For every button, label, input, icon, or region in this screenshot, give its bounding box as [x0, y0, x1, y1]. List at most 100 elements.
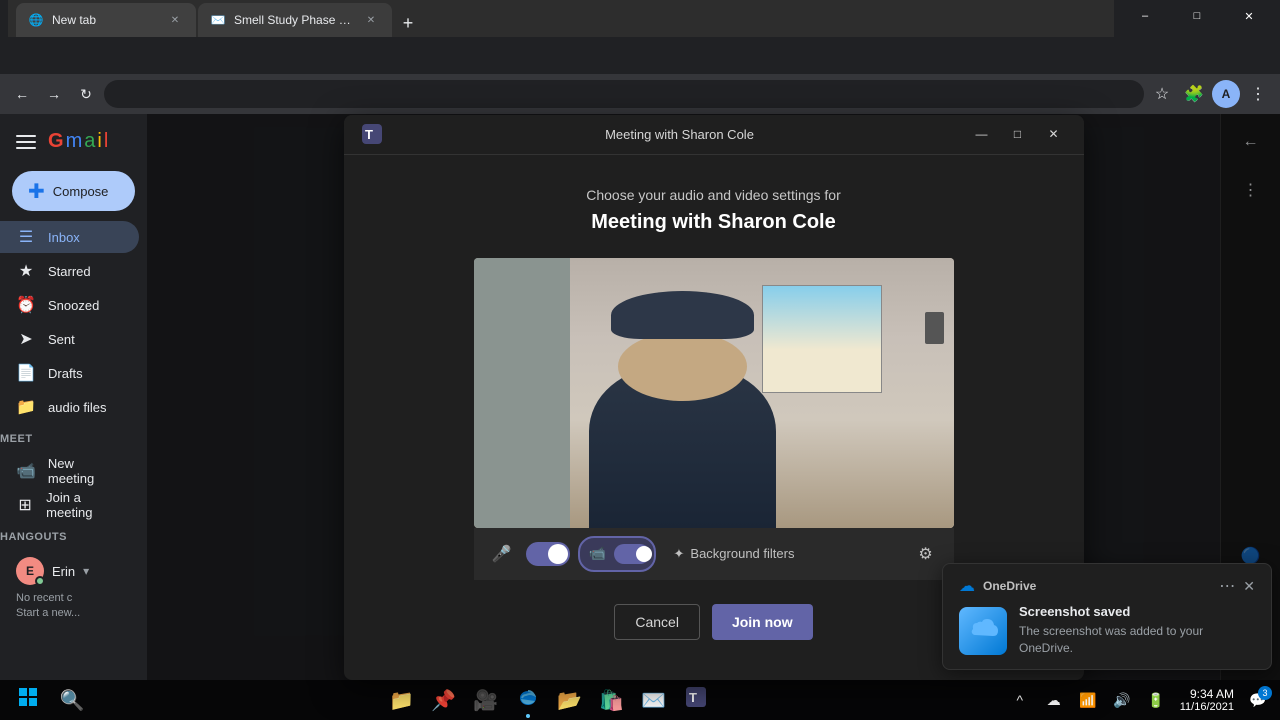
- battery-icon[interactable]: 🔋: [1142, 686, 1170, 714]
- sidebar-item-starred[interactable]: ★ Starred: [0, 255, 139, 287]
- hangout-user-erin[interactable]: E Erin ▾: [0, 553, 147, 589]
- maximize-button[interactable]: □: [1174, 0, 1220, 32]
- notification-badge[interactable]: 💬 3: [1244, 686, 1272, 714]
- teams-close-button[interactable]: ✕: [1040, 120, 1068, 148]
- teams-minimize-button[interactable]: —: [968, 120, 996, 148]
- sidebar-label-starred: Starred: [48, 264, 91, 279]
- close-button[interactable]: ✕: [1226, 0, 1272, 32]
- mail-icon: ✉️: [641, 688, 666, 713]
- nav-actions: ☆ 🧩 A ⋮: [1148, 80, 1272, 108]
- compose-label: Compose: [53, 184, 109, 199]
- tab-favicon-1: 🌐: [28, 12, 44, 28]
- sidebar-item-inbox[interactable]: ☰ Inbox: [0, 221, 139, 253]
- grid-icon: ⊞: [16, 495, 34, 515]
- sidebar-item-join-meeting[interactable]: ⊞ Join a meeting: [0, 489, 139, 521]
- back-button[interactable]: ←: [8, 80, 36, 108]
- taskbar-time: 9:34 AM: [1180, 687, 1234, 701]
- taskbar-app-edge[interactable]: [508, 680, 548, 720]
- sidebar-item-drafts[interactable]: 📄 Drafts: [0, 357, 139, 389]
- show-hidden-icons[interactable]: ^: [1006, 686, 1034, 714]
- sound-icon[interactable]: 🔊: [1108, 686, 1136, 714]
- audio-video-settings-button[interactable]: ⚙: [910, 538, 942, 570]
- cancel-button[interactable]: Cancel: [614, 604, 700, 640]
- bg-filters-label: Background filters: [690, 546, 794, 561]
- extensions-button[interactable]: 🧩: [1180, 80, 1208, 108]
- tab-new-tab[interactable]: 🌐 New tab ✕: [16, 3, 196, 37]
- address-bar[interactable]: [104, 80, 1144, 108]
- taskbar-app-teams[interactable]: T: [676, 680, 716, 720]
- taskbar-app-mail[interactable]: ✉️: [634, 680, 674, 720]
- teams-title-bar: T Meeting with Sharon Cole — □ ✕: [344, 115, 1084, 155]
- search-button-taskbar[interactable]: 🔍: [52, 680, 92, 720]
- video-feed: [474, 258, 954, 528]
- meet-section-header: Meet: [0, 425, 147, 453]
- camera-icon[interactable]: 📹: [584, 540, 612, 568]
- drafts-icon: 📄: [16, 363, 36, 383]
- start-button[interactable]: [8, 680, 48, 720]
- taskbar-app-teams-meet[interactable]: 🎥: [466, 680, 506, 720]
- microphone-toggle[interactable]: [526, 542, 570, 566]
- toast-close-button[interactable]: ✕: [1243, 578, 1255, 595]
- hangout-avatar: E: [16, 557, 44, 585]
- profile-avatar[interactable]: A: [1212, 80, 1240, 108]
- online-status: [35, 576, 45, 586]
- toast-description: The screenshot was added to your OneDriv…: [1019, 623, 1255, 657]
- camera-group: 📹: [578, 536, 656, 572]
- tab-label-2: Smell Study Phase 1 - duplicitya...: [234, 13, 354, 27]
- search-icon-taskbar: 🔍: [60, 688, 85, 713]
- video-preview: [474, 258, 954, 528]
- tab-close-2[interactable]: ✕: [362, 11, 380, 29]
- profile-button[interactable]: A: [1212, 80, 1240, 108]
- taskbar-app-files[interactable]: 📂: [550, 680, 590, 720]
- hangout-chevron: ▾: [83, 564, 89, 578]
- hamburger-menu[interactable]: [16, 132, 36, 152]
- teams-window-controls: — □ ✕: [968, 120, 1068, 148]
- teams-maximize-button[interactable]: □: [1004, 120, 1032, 148]
- background-filters-button[interactable]: ✦ Background filters: [664, 542, 805, 566]
- taskbar-app-office[interactable]: 📌: [424, 680, 464, 720]
- new-tab-button[interactable]: +: [394, 9, 422, 37]
- tab-gmail[interactable]: ✉️ Smell Study Phase 1 - duplicitya... ✕: [198, 3, 392, 37]
- windows-icon: [19, 688, 37, 712]
- svg-text:T: T: [365, 127, 373, 142]
- toast-text: Screenshot saved The screenshot was adde…: [1019, 604, 1255, 657]
- toast-header: ☁ OneDrive ⋯ ✕: [959, 576, 1255, 596]
- gmail-logo: Gmail: [48, 130, 108, 153]
- compose-icon: ✚: [28, 179, 45, 204]
- person-hat: [611, 291, 754, 339]
- microphone-button[interactable]: 🎤: [486, 538, 518, 570]
- toast-menu-button[interactable]: ⋯: [1219, 576, 1235, 596]
- bookmark-button[interactable]: ☆: [1148, 80, 1176, 108]
- inbox-icon: ☰: [16, 227, 36, 247]
- svg-text:T: T: [689, 690, 697, 705]
- compose-button[interactable]: ✚ Compose: [12, 171, 135, 211]
- onedrive-icon[interactable]: ☁: [1040, 686, 1068, 714]
- toast-body: Screenshot saved The screenshot was adde…: [959, 604, 1255, 657]
- forward-button[interactable]: →: [40, 80, 68, 108]
- bg-filters-icon: ✦: [674, 546, 685, 562]
- refresh-button[interactable]: ↻: [72, 80, 100, 108]
- sidebar-item-new-meeting[interactable]: 📹 New meeting: [0, 455, 139, 487]
- toast-image: [959, 607, 1007, 655]
- camera-toggle[interactable]: [614, 544, 650, 564]
- taskbar-app-store[interactable]: 🛍️: [592, 680, 632, 720]
- title-bar: 🌐 New tab ✕ ✉️ Smell Study Phase 1 - dup…: [0, 0, 1280, 32]
- menu-button[interactable]: ⋮: [1244, 80, 1272, 108]
- star-icon: ★: [16, 261, 36, 281]
- sidebar-item-snoozed[interactable]: ⏰ Snoozed: [0, 289, 139, 321]
- wifi-icon[interactable]: 📶: [1074, 686, 1102, 714]
- minimize-button[interactable]: –: [1122, 0, 1168, 32]
- join-now-button[interactable]: Join now: [712, 604, 813, 640]
- notification-count: 3: [1258, 686, 1272, 700]
- video-icon: 📹: [16, 461, 36, 481]
- video-controls-bar: 🎤 📹 ✦ B: [474, 528, 954, 580]
- sidebar-item-sent[interactable]: ➤ Sent: [0, 323, 139, 355]
- window-controls: – □ ✕: [1122, 0, 1272, 32]
- sidebar-label-join-meeting: Join a meeting: [46, 490, 123, 520]
- edge-icon: [518, 687, 538, 713]
- taskbar-clock[interactable]: 9:34 AM 11/16/2021: [1176, 687, 1238, 713]
- taskbar-app-explorer[interactable]: 📁: [382, 680, 422, 720]
- tab-close-1[interactable]: ✕: [166, 11, 184, 29]
- sidebar-item-audio-files[interactable]: 📁 audio files: [0, 391, 139, 423]
- toast-title: Screenshot saved: [1019, 604, 1255, 619]
